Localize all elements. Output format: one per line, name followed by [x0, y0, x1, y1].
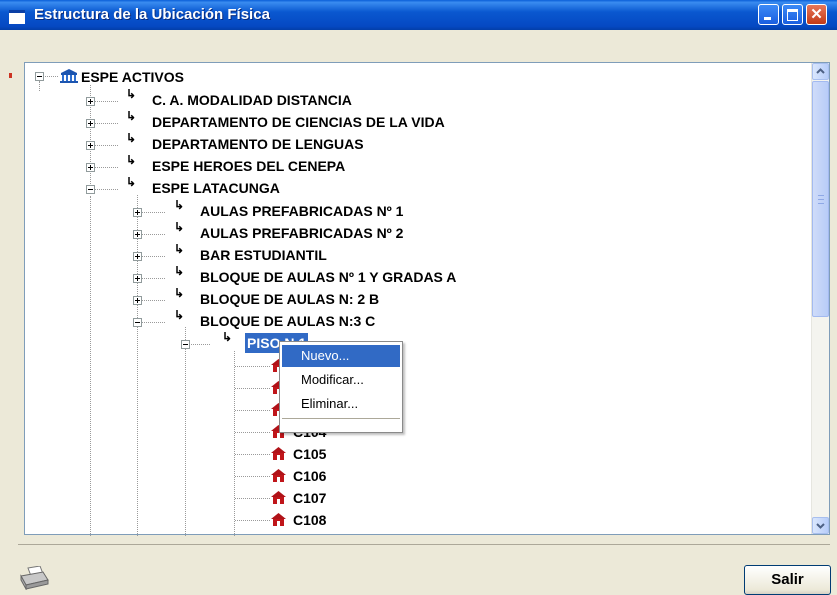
tree-node-room[interactable]: C105	[293, 444, 326, 464]
close-button[interactable]: ✕	[806, 4, 827, 25]
window-title: Estructura de la Ubicación Física	[34, 6, 270, 23]
collapse-toggle[interactable]	[181, 340, 190, 349]
house-icon	[271, 491, 286, 504]
tree-root-label[interactable]: ESPE ACTIVOS	[81, 67, 184, 87]
collapse-toggle[interactable]	[35, 72, 44, 81]
printer-icon[interactable]	[19, 566, 49, 590]
scroll-up-button[interactable]	[812, 63, 829, 80]
divider	[18, 544, 830, 545]
expand-toggle[interactable]	[133, 252, 142, 261]
tree-node[interactable]: AULAS PREFABRICADAS Nº 1	[200, 201, 403, 221]
expand-toggle[interactable]	[86, 97, 95, 106]
collapse-toggle[interactable]	[133, 318, 142, 327]
vertical-scrollbar[interactable]	[811, 63, 829, 534]
menu-item-modificar[interactable]: Modificar...	[282, 369, 400, 391]
tree-node-room[interactable]: C106	[293, 466, 326, 486]
branch-icon: ↳	[126, 131, 137, 145]
branch-icon: ↳	[126, 175, 137, 189]
expand-toggle[interactable]	[133, 274, 142, 283]
branch-icon: ↳	[126, 109, 137, 123]
house-icon	[271, 469, 286, 482]
collapse-toggle[interactable]	[86, 185, 95, 194]
grip-icon	[818, 195, 824, 204]
branch-icon: ↳	[222, 330, 233, 344]
title-bar: Estructura de la Ubicación Física ✕	[0, 0, 837, 30]
location-tree[interactable]: ESPE ACTIVOS ↳ C. A. MODALIDAD DISTANCIA…	[24, 62, 830, 536]
branch-icon: ↳	[174, 308, 185, 322]
menu-item-nuevo[interactable]: Nuevo...	[282, 345, 400, 367]
tree-node-room[interactable]: C108	[293, 510, 326, 530]
scroll-thumb[interactable]	[812, 81, 829, 317]
window-icon	[9, 10, 25, 24]
exit-button[interactable]: Salir	[744, 565, 831, 595]
arrow-down-icon	[816, 523, 825, 529]
context-menu: Nuevo... Modificar... Eliminar...	[279, 341, 403, 433]
branch-icon: ↳	[174, 242, 185, 256]
branch-icon: ↳	[174, 286, 185, 300]
branch-icon: ↳	[174, 198, 185, 212]
scroll-down-button[interactable]	[812, 517, 829, 534]
tree-node-room[interactable]: C107	[293, 488, 326, 508]
menu-item-eliminar[interactable]: Eliminar...	[282, 393, 400, 415]
house-icon	[271, 513, 286, 526]
branch-icon: ↳	[174, 264, 185, 278]
tree-node[interactable]: BLOQUE DE AULAS Nº 1 Y GRADAS A	[200, 267, 456, 287]
tree-node[interactable]: BAR ESTUDIANTIL	[200, 245, 327, 265]
arrow-up-icon	[816, 68, 825, 74]
branch-icon: ↳	[126, 153, 137, 167]
expand-toggle[interactable]	[86, 163, 95, 172]
tree-node[interactable]: DEPARTAMENTO DE LENGUAS	[152, 134, 364, 154]
tree-node[interactable]: BLOQUE DE AULAS N: 2 B	[200, 289, 379, 309]
tree-node[interactable]: AULAS PREFABRICADAS Nº 2	[200, 223, 403, 243]
branch-icon: ↳	[126, 87, 137, 101]
building-icon	[60, 69, 78, 83]
branch-icon: ↳	[174, 220, 185, 234]
minimize-button[interactable]	[758, 4, 779, 25]
expand-toggle[interactable]	[86, 119, 95, 128]
house-icon	[271, 447, 286, 460]
maximize-button[interactable]	[782, 4, 803, 25]
tree-node[interactable]: DEPARTAMENTO DE CIENCIAS DE LA VIDA	[152, 112, 445, 132]
tree-node[interactable]: BLOQUE DE AULAS N:3 C	[200, 311, 375, 331]
menu-separator	[282, 418, 400, 419]
expand-toggle[interactable]	[133, 230, 142, 239]
marker-icon	[9, 73, 12, 78]
expand-toggle[interactable]	[133, 296, 142, 305]
expand-toggle[interactable]	[133, 208, 142, 217]
tree-node[interactable]: ESPE HEROES DEL CENEPA	[152, 156, 345, 176]
tree-node[interactable]: ESPE LATACUNGA	[152, 178, 280, 198]
tree-node[interactable]: C. A. MODALIDAD DISTANCIA	[152, 90, 352, 110]
expand-toggle[interactable]	[86, 141, 95, 150]
close-icon: ✕	[810, 6, 823, 23]
